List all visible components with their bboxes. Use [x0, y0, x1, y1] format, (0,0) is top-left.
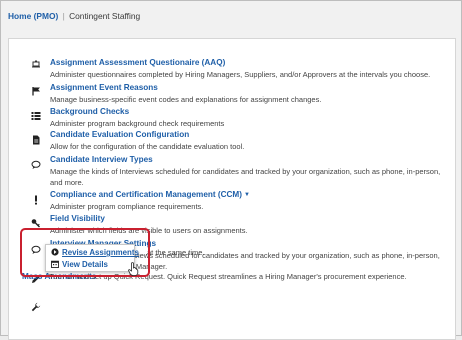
- breadcrumb-current: Contingent Staffing: [69, 11, 141, 21]
- mass-amendments-desc: at the same time.: [147, 248, 205, 257]
- document-icon: [31, 135, 41, 145]
- settings-item-title[interactable]: Candidate Interview Types: [50, 154, 153, 165]
- chevron-down-icon: ▼: [243, 192, 250, 198]
- settings-item-desc: Administer program compliance requiremen…: [50, 202, 204, 211]
- flag-icon: [31, 86, 41, 96]
- settings-item-title[interactable]: Compliance and Certification Management …: [50, 189, 250, 201]
- settings-item-desc: Manage the kinds of Interviews scheduled…: [50, 167, 441, 187]
- settings-item-desc: Administer program background check requ…: [50, 119, 225, 128]
- settings-item-title[interactable]: Assignment Assessment Questionaire (AAQ): [50, 57, 225, 68]
- settings-item-desc: Allow for the configuration of the candi…: [50, 142, 245, 151]
- settings-item-desc: Manage business-specific event codes and…: [50, 95, 322, 104]
- settings-panel: Assignment Assessment Questionaire (AAQ)…: [8, 38, 456, 340]
- settings-item-title[interactable]: Field Visibility: [50, 213, 105, 224]
- hand-cursor-icon: [128, 262, 139, 276]
- settings-item-title[interactable]: Assignment Event Reasons: [50, 82, 158, 93]
- settings-item-title[interactable]: Background Checks: [50, 106, 129, 117]
- settings-item-title[interactable]: Candidate Evaluation Configuration: [50, 129, 189, 140]
- breadcrumb-separator: |: [62, 11, 65, 21]
- exclamation-icon: [31, 195, 41, 205]
- list-icon: [31, 111, 41, 121]
- key-icon: [31, 218, 41, 228]
- clipboard-icon: [31, 59, 41, 69]
- settings-item-desc: Administer questionnaires completed by H…: [50, 70, 431, 79]
- wrench-icon: [31, 302, 41, 312]
- app-frame: Home (PMO) | Contingent Staffing Assignm…: [0, 0, 462, 340]
- speech-bubble-icon: [31, 160, 41, 170]
- breadcrumb: Home (PMO) | Contingent Staffing: [8, 11, 140, 21]
- breadcrumb-home-link[interactable]: Home (PMO): [8, 11, 58, 21]
